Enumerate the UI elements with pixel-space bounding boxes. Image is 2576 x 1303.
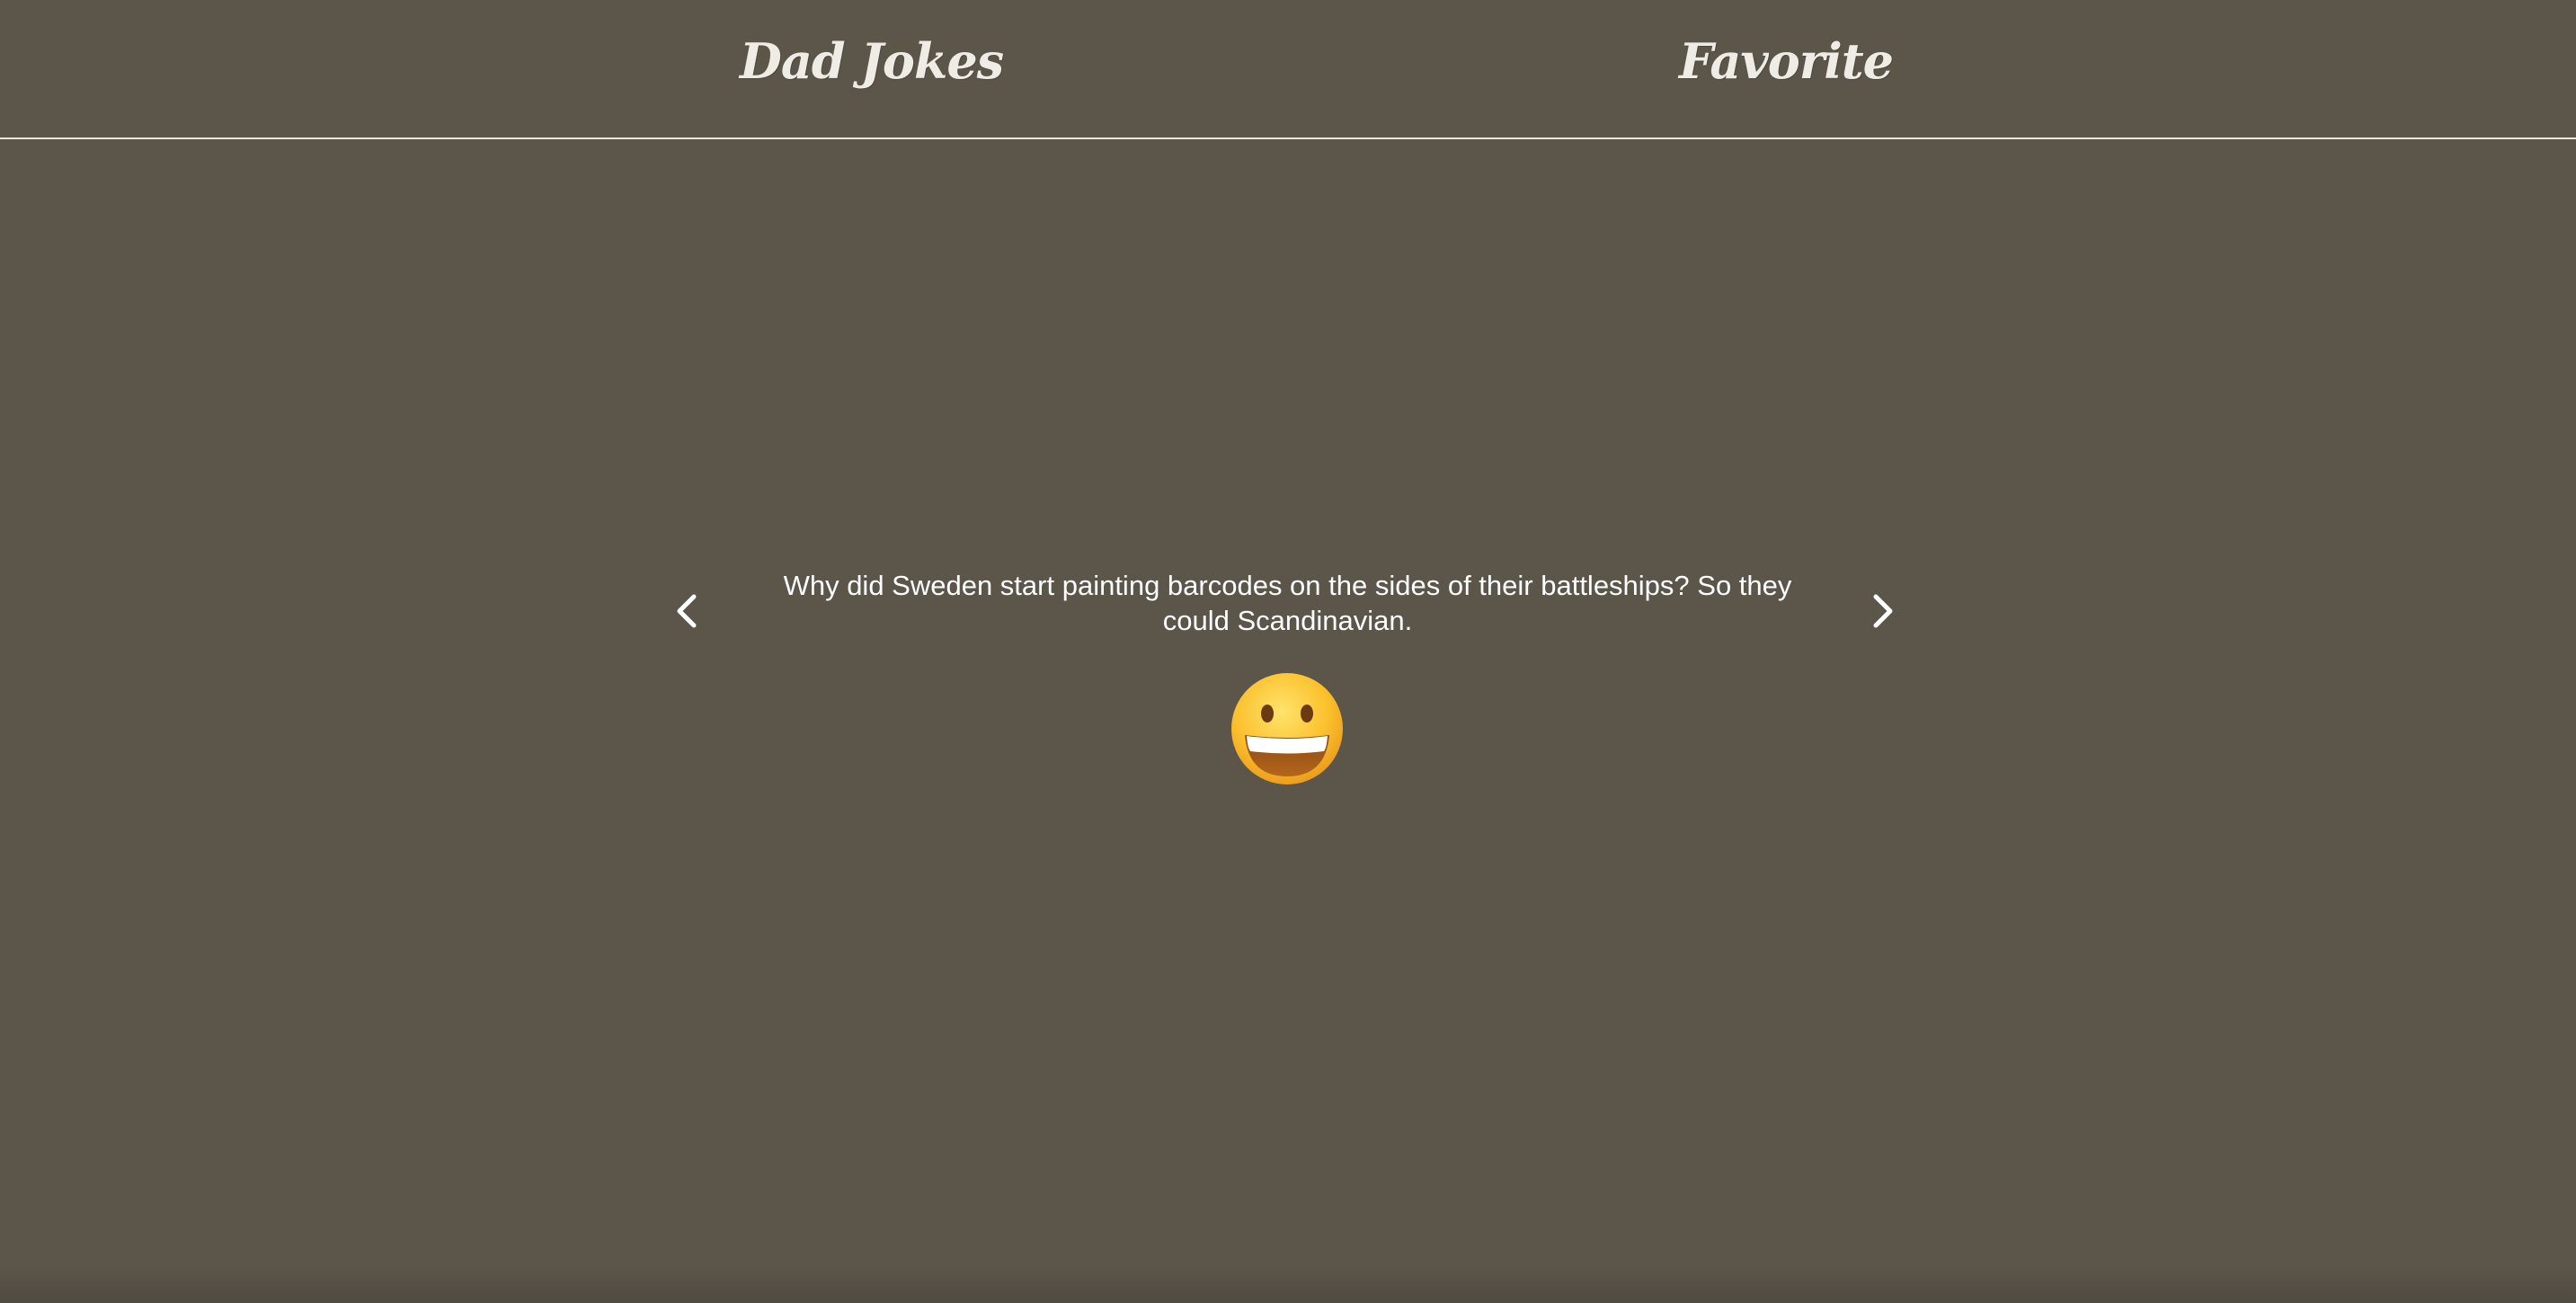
- previous-joke-button[interactable]: [660, 584, 714, 638]
- top-navbar: Dad Jokes Favorite: [0, 0, 2576, 139]
- joke-text: Why did Sweden start painting barcodes o…: [783, 570, 1792, 636]
- nav-link-dad-jokes[interactable]: Dad Jokes: [740, 32, 1004, 90]
- bottom-shadow: [0, 1267, 2576, 1303]
- joke-carousel: Why did Sweden start painting barcodes o…: [647, 548, 1923, 818]
- grinning-face-emoji-icon[interactable]: [1229, 670, 1346, 787]
- chevron-right-icon: [1873, 594, 1893, 628]
- chevron-left-icon: [677, 594, 697, 628]
- next-joke-button[interactable]: [1856, 584, 1910, 638]
- nav-link-favorite[interactable]: Favorite: [1679, 32, 1894, 90]
